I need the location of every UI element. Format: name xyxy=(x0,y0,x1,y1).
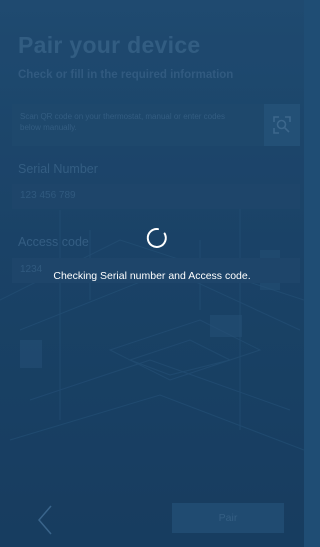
loading-overlay: Checking Serial number and Access code. xyxy=(0,0,304,547)
loading-message: Checking Serial number and Access code. xyxy=(53,270,251,282)
pair-device-screen: Pair your device Check or fill in the re… xyxy=(0,0,304,547)
loading-spinner-icon xyxy=(146,228,167,248)
